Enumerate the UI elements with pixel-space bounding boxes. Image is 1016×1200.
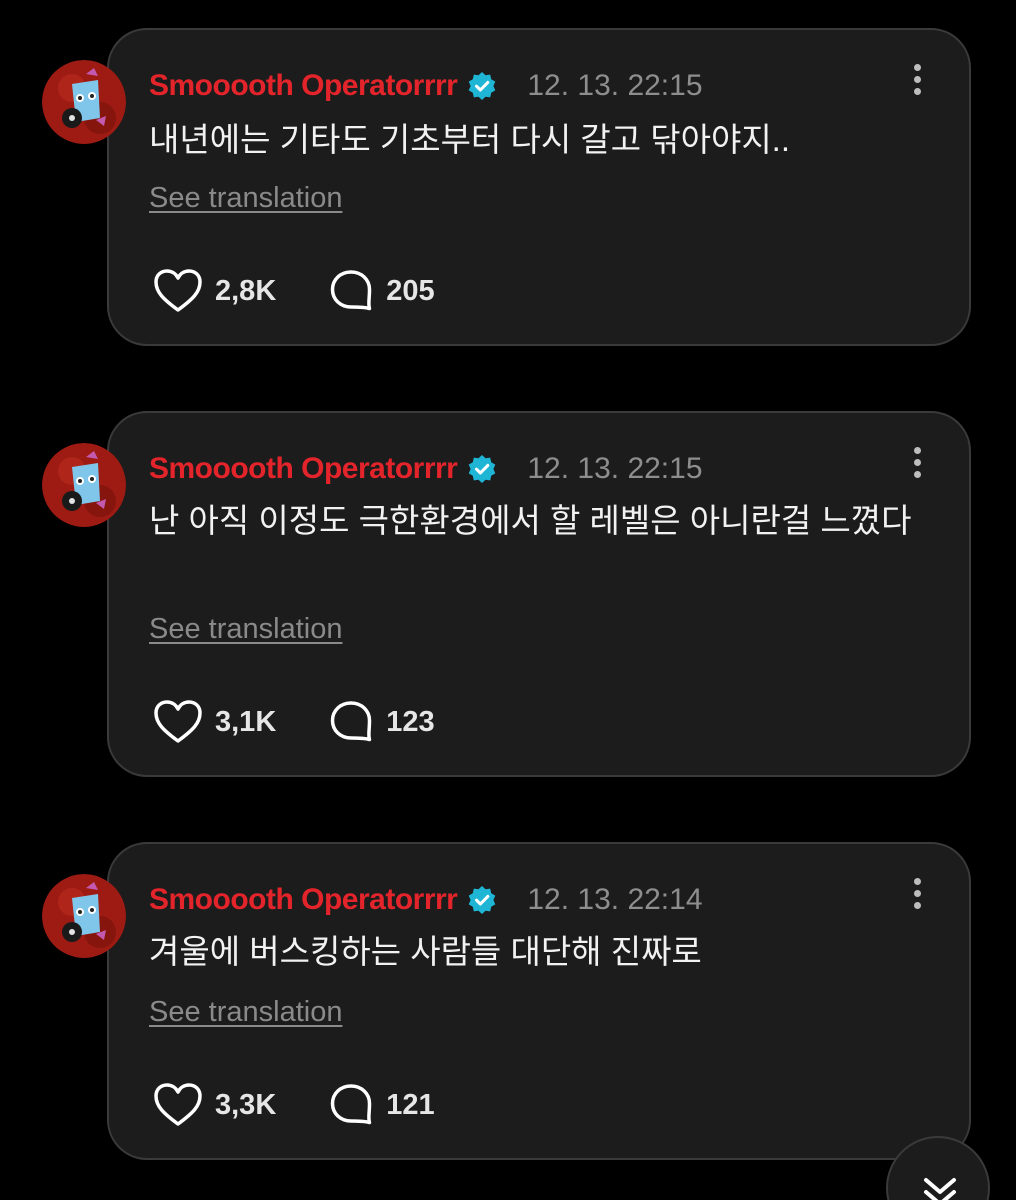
post-text: 내년에는 기타도 기초부터 다시 갈고 닦아야지..: [149, 121, 791, 158]
username[interactable]: Smooooth Operatorrrr: [149, 69, 458, 103]
avatar[interactable]: [42, 60, 126, 144]
post-item: Smooooth Operatorrrr 12. 13. 22:14 겨울에 버…: [0, 842, 1016, 1160]
post-actions: 3,3K 121: [153, 1082, 435, 1128]
comment-count: 123: [386, 705, 435, 738]
like-button[interactable]: 3,3K: [153, 1082, 276, 1128]
comment-bubble-icon: [331, 270, 372, 311]
post-item: Smooooth Operatorrrr 12. 13. 22:15 내년에는 …: [0, 28, 1016, 346]
post-item: Smooooth Operatorrrr 12. 13. 22:15 난 아직 …: [0, 411, 1016, 777]
post-feed: Smooooth Operatorrrr 12. 13. 22:15 내년에는 …: [0, 0, 1016, 1200]
double-chevron-down-icon: [924, 1178, 956, 1200]
post-header: Smooooth Operatorrrr 12. 13. 22:15: [149, 64, 703, 108]
post-card[interactable]: Smooooth Operatorrrr 12. 13. 22:15 난 아직 …: [107, 411, 971, 777]
heart-icon: [154, 1083, 202, 1126]
see-translation-link[interactable]: See translation: [149, 613, 342, 646]
post-timestamp: 12. 13. 22:15: [527, 452, 703, 485]
see-translation-link[interactable]: See translation: [149, 182, 342, 215]
like-count: 2,8K: [215, 274, 277, 307]
verified-badge-icon: [467, 71, 497, 101]
comment-count: 121: [386, 1088, 435, 1121]
post-text: 겨울에 버스킹하는 사람들 대단해 진짜로: [149, 933, 702, 970]
comment-bubble-icon: [331, 1084, 372, 1125]
more-options-icon[interactable]: [909, 447, 925, 487]
username[interactable]: Smooooth Operatorrrr: [149, 883, 458, 917]
verified-badge-icon: [467, 454, 497, 484]
like-button[interactable]: 3,1K: [153, 699, 276, 745]
more-options-icon[interactable]: [909, 878, 925, 918]
post-header: Smooooth Operatorrrr 12. 13. 22:14: [149, 878, 703, 922]
like-count: 3,3K: [215, 1088, 277, 1121]
avatar[interactable]: [42, 443, 126, 527]
comment-button[interactable]: 121: [328, 1082, 435, 1128]
comment-button[interactable]: 205: [328, 268, 435, 314]
post-timestamp: 12. 13. 22:14: [527, 883, 703, 916]
post-text: 난 아직 이정도 극한환경에서 할 레벨은 아니란걸 느꼈다: [149, 502, 912, 539]
post-card[interactable]: Smooooth Operatorrrr 12. 13. 22:14 겨울에 버…: [107, 842, 971, 1160]
heart-icon: [154, 700, 202, 743]
comment-count: 205: [386, 274, 435, 307]
like-count: 3,1K: [215, 705, 277, 738]
post-timestamp: 12. 13. 22:15: [527, 69, 703, 102]
like-button[interactable]: 2,8K: [153, 268, 276, 314]
verified-badge-icon: [467, 885, 497, 915]
comment-button[interactable]: 123: [328, 699, 435, 745]
post-actions: 3,1K 123: [153, 699, 435, 745]
see-translation-link[interactable]: See translation: [149, 996, 342, 1029]
comment-bubble-icon: [331, 701, 372, 742]
avatar[interactable]: [42, 874, 126, 958]
post-card[interactable]: Smooooth Operatorrrr 12. 13. 22:15 내년에는 …: [107, 28, 971, 346]
post-header: Smooooth Operatorrrr 12. 13. 22:15: [149, 447, 703, 491]
heart-icon: [154, 269, 202, 312]
more-options-icon[interactable]: [909, 64, 925, 104]
post-actions: 2,8K 205: [153, 268, 435, 314]
username[interactable]: Smooooth Operatorrrr: [149, 452, 458, 486]
